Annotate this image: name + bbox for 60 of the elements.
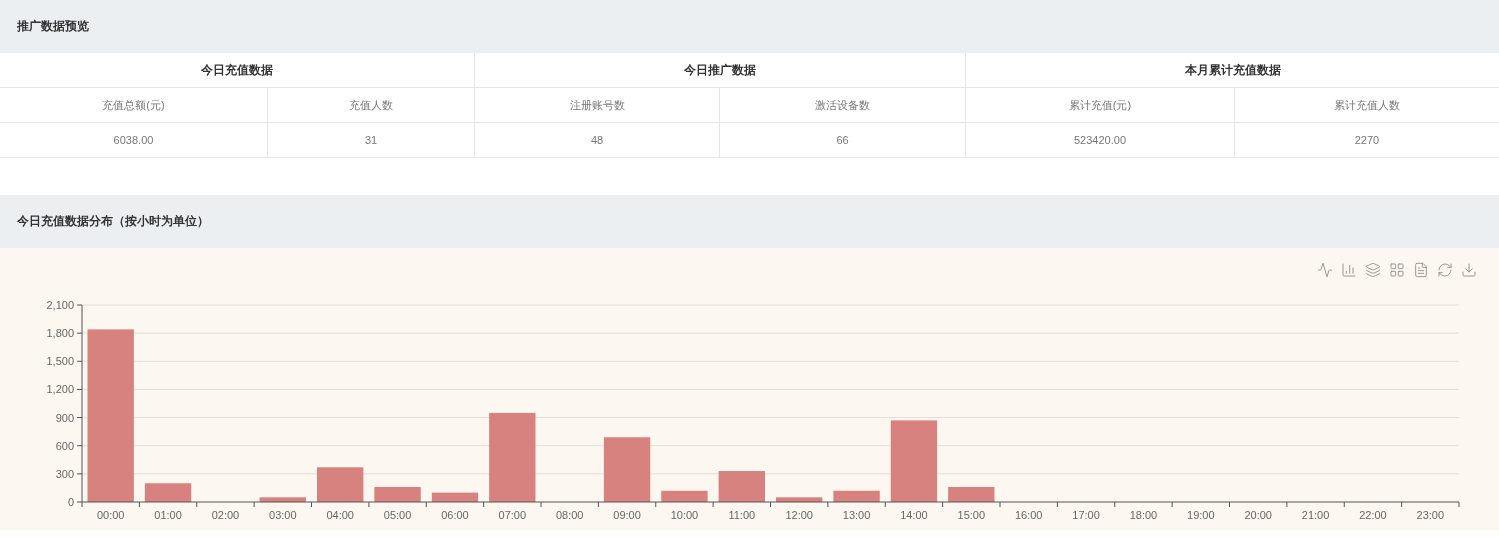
axis-label: 1,500 — [46, 355, 74, 368]
axis-label: 300 — [55, 467, 74, 480]
column-header: 充值总额(元) — [0, 88, 268, 123]
axis-label: 1,200 — [46, 383, 74, 396]
bar — [833, 490, 880, 502]
bar — [661, 490, 708, 502]
axis-label: 06:00 — [441, 509, 469, 521]
section-title: 推广数据预览 — [17, 18, 89, 35]
axis-label: 22:00 — [1359, 509, 1387, 521]
axis-label: 19:00 — [1187, 509, 1215, 521]
axis-label: 05:00 — [383, 509, 412, 521]
axis-label: 600 — [55, 439, 74, 452]
column-header: 激活设备数 — [720, 88, 966, 123]
axis-label: 21:00 — [1301, 509, 1330, 521]
bar — [431, 492, 479, 502]
axis-label: 20:00 — [1244, 509, 1272, 521]
axis-label: 02:00 — [211, 509, 240, 521]
bar — [259, 497, 306, 502]
bar — [948, 487, 995, 502]
document-icon[interactable] — [1413, 262, 1429, 278]
axis-label: 1,800 — [46, 327, 74, 340]
group-header: 今日推广数据 — [475, 53, 966, 88]
axis-label: 16:00 — [1014, 509, 1043, 521]
axis-label: 13:00 — [842, 509, 871, 521]
axis-label: 12:00 — [785, 509, 813, 521]
axis-label: 18:00 — [1129, 509, 1158, 521]
group-header: 本月累计充值数据 — [966, 53, 1499, 88]
axis-label: 11:00 — [728, 509, 756, 521]
line-chart-icon[interactable] — [1317, 262, 1333, 278]
axis-label: 17:00 — [1072, 509, 1100, 521]
axis-label: 10:00 — [670, 509, 699, 521]
axis-label: 900 — [55, 411, 74, 424]
axis-label: 2,100 — [46, 299, 74, 311]
section-title: 今日充值数据分布（按小时为单位） — [17, 213, 209, 230]
bar — [374, 487, 421, 502]
axis-label: 04:00 — [326, 509, 354, 521]
column-header: 充值人数 — [268, 88, 475, 123]
grid-icon[interactable] — [1389, 262, 1405, 278]
column-header: 累计充值(元) — [966, 88, 1235, 123]
column-header: 累计充值人数 — [1235, 88, 1499, 123]
axis-label: 14:00 — [900, 509, 928, 521]
column-header: 注册账号数 — [475, 88, 720, 123]
group-header: 今日充值数据 — [0, 53, 475, 88]
axis-label: 03:00 — [269, 509, 297, 521]
axis-label: 08:00 — [555, 509, 584, 521]
bar-chart-icon[interactable] — [1341, 262, 1357, 278]
axis-label: 0 — [67, 496, 74, 508]
axis-label: 09:00 — [613, 509, 641, 521]
bar — [603, 437, 651, 502]
axis-label: 15:00 — [957, 509, 986, 521]
axis-label: 01:00 — [154, 509, 182, 521]
axis-label: 23:00 — [1416, 509, 1445, 521]
download-icon[interactable] — [1461, 262, 1477, 278]
refresh-icon[interactable] — [1437, 262, 1453, 278]
bar — [718, 471, 765, 502]
stack-icon[interactable] — [1365, 262, 1381, 278]
axis-label: 00:00 — [96, 509, 125, 521]
bar — [776, 497, 823, 502]
axis-label: 07:00 — [498, 509, 527, 521]
bar — [317, 467, 364, 502]
